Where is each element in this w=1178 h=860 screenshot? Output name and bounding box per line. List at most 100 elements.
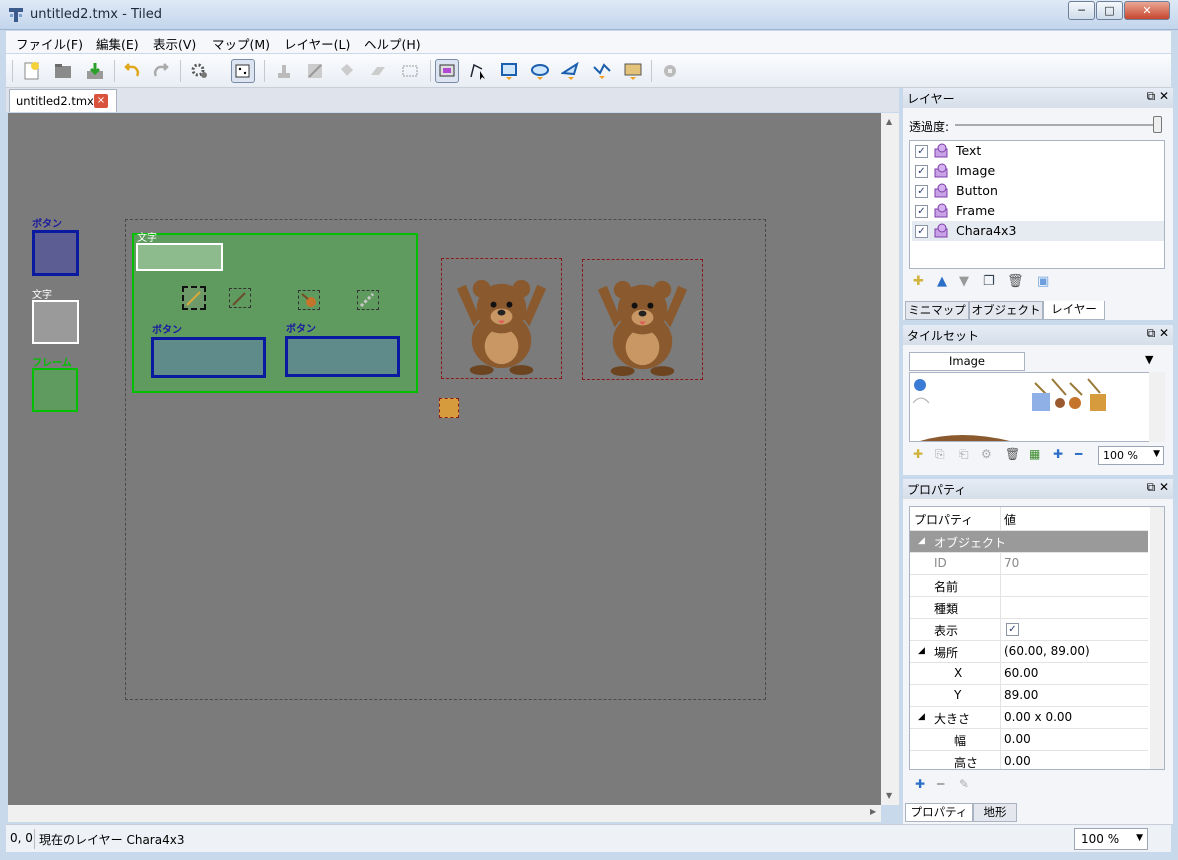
bucket-icon[interactable] — [334, 59, 358, 83]
dock-float-close-icon[interactable]: ⧉ ✕ — [1147, 89, 1169, 104]
tab-properties[interactable]: プロパティ — [905, 803, 973, 822]
button-object[interactable] — [32, 230, 79, 276]
property-value[interactable]: 0.00 — [1004, 754, 1031, 768]
document-tab[interactable]: untitled2.tmx × — [9, 89, 117, 112]
toggle-other-layers-icon[interactable]: ▣ — [1037, 274, 1049, 289]
layer-row-frame[interactable]: ✓ Frame — [912, 201, 1164, 221]
delete-tileset-icon[interactable]: 🗑 — [1005, 447, 1020, 461]
property-row-width[interactable]: 幅 0.00 — [910, 729, 1148, 751]
section-object[interactable]: ◢ オブジェクト — [910, 531, 1148, 553]
edit-terrain-icon[interactable]: ▦ — [1029, 447, 1040, 461]
tileset-tab-image[interactable]: Image — [909, 352, 1025, 371]
canvas-horizontal-scrollbar[interactable]: ▶ — [8, 805, 881, 822]
button-object-2[interactable] — [151, 337, 266, 378]
visibility-checkbox[interactable]: ✓ — [915, 225, 928, 238]
property-row-type[interactable]: 種類 — [910, 597, 1148, 619]
new-icon[interactable] — [20, 59, 44, 83]
rectangle-icon[interactable] — [497, 59, 521, 83]
opacity-slider[interactable] — [955, 124, 1159, 126]
magic-wand-icon[interactable] — [658, 59, 682, 83]
property-value[interactable]: 60.00 — [1004, 666, 1038, 680]
lute-icon[interactable] — [298, 290, 320, 310]
terrain-icon[interactable] — [303, 59, 327, 83]
raise-layer-icon[interactable]: ▲ — [937, 274, 947, 289]
tileset-scrollbar[interactable] — [1149, 372, 1165, 442]
remove-property-icon[interactable]: ━ — [937, 777, 944, 791]
menu-edit[interactable]: 編集(E) — [96, 34, 139, 53]
tab-layers[interactable]: レイヤー — [1043, 301, 1105, 320]
visibility-checkbox[interactable]: ✓ — [915, 205, 928, 218]
polygon-icon[interactable] — [559, 59, 583, 83]
property-row-size[interactable]: ◢ 大きさ 0.00 x 0.00 — [910, 707, 1148, 729]
canvas-vertical-scrollbar[interactable]: ▲ ▼ — [881, 113, 899, 805]
property-row-x[interactable]: X 60.00 — [910, 663, 1148, 685]
properties-tileset-icon[interactable]: ⚙ — [981, 447, 992, 461]
tileset-menu-arrow-icon[interactable]: ▼ — [1145, 353, 1153, 366]
zoom-in-icon[interactable]: ✚ — [1053, 447, 1063, 461]
dock-float-close-icon[interactable]: ⧉ ✕ — [1147, 326, 1169, 341]
eraser-icon[interactable] — [366, 59, 390, 83]
visibility-checkbox[interactable]: ✓ — [915, 165, 928, 178]
edit-polygons-icon[interactable] — [466, 59, 490, 83]
text-field-object[interactable] — [136, 243, 223, 271]
stamp-icon[interactable] — [272, 59, 296, 83]
select-objects-icon[interactable] — [435, 59, 459, 83]
rename-property-icon[interactable]: ✎ — [959, 777, 969, 791]
close-button[interactable]: ✕ — [1124, 1, 1170, 20]
property-value[interactable]: 0.00 — [1004, 732, 1031, 746]
book-icon[interactable] — [439, 398, 459, 418]
layer-row-image[interactable]: ✓ Image — [912, 161, 1164, 181]
tab-objects[interactable]: オブジェクト — [969, 301, 1043, 320]
add-layer-icon[interactable]: ✚ — [913, 274, 924, 289]
opacity-slider-handle[interactable] — [1153, 116, 1162, 133]
open-icon[interactable] — [51, 59, 75, 83]
map-canvas[interactable]: ボタン 文字 フレーム 文字 ボタン ボタン — [8, 113, 881, 805]
text-object[interactable] — [32, 300, 79, 344]
visibility-checkbox[interactable]: ✓ — [915, 185, 928, 198]
bear-character[interactable] — [441, 258, 562, 379]
menu-layer[interactable]: レイヤー(L) — [284, 34, 350, 53]
zoom-select[interactable]: 100 % ▼ — [1074, 828, 1148, 850]
property-value[interactable]: 89.00 — [1004, 688, 1038, 702]
delete-layer-icon[interactable]: 🗑 — [1007, 274, 1024, 289]
tab-terrain[interactable]: 地形 — [973, 803, 1017, 822]
property-row-height[interactable]: 高さ 0.00 — [910, 751, 1148, 769]
property-row-y[interactable]: Y 89.00 — [910, 685, 1148, 707]
ellipse-icon[interactable] — [528, 59, 552, 83]
new-tileset-icon[interactable]: ✚ — [913, 447, 923, 461]
visibility-checkbox[interactable]: ✓ — [915, 145, 928, 158]
layer-row-button[interactable]: ✓ Button — [912, 181, 1164, 201]
command-icon[interactable] — [188, 59, 212, 83]
rect-select-icon[interactable] — [398, 59, 422, 83]
polyline-icon[interactable] — [590, 59, 614, 83]
menu-help[interactable]: ヘルプ(H) — [364, 34, 421, 53]
frame-object[interactable] — [32, 368, 78, 412]
button-object-3[interactable] — [285, 336, 400, 377]
property-row-visible[interactable]: 表示 ✓ — [910, 619, 1148, 641]
import-tileset-icon[interactable]: ⎘ — [935, 447, 945, 462]
menu-file[interactable]: ファイル(F) — [16, 34, 83, 53]
maximize-button[interactable]: □ — [1096, 1, 1123, 20]
layer-row-text[interactable]: ✓ Text — [912, 141, 1164, 161]
minimize-button[interactable]: ─ — [1068, 1, 1095, 20]
undo-icon[interactable] — [120, 59, 144, 83]
property-row-position[interactable]: ◢ 場所 (60.00, 89.00) — [910, 641, 1148, 663]
add-property-icon[interactable]: ✚ — [915, 777, 925, 791]
properties-scrollbar[interactable] — [1150, 507, 1164, 769]
bear-character-2[interactable] — [582, 259, 703, 380]
tileset-view[interactable] — [909, 372, 1165, 442]
dock-float-close-icon[interactable]: ⧉ ✕ — [1147, 480, 1169, 495]
tab-minimap[interactable]: ミニマップ — [905, 301, 969, 320]
layer-row-chara4x3[interactable]: ✓ Chara4x3 — [912, 221, 1164, 241]
duplicate-layer-icon[interactable]: ❐ — [983, 274, 995, 289]
sword-icon[interactable] — [182, 286, 206, 310]
close-tab-icon[interactable]: × — [94, 94, 108, 108]
property-row-name[interactable]: 名前 — [910, 575, 1148, 597]
property-row-id[interactable]: ID 70 — [910, 553, 1148, 575]
zoom-out-icon[interactable]: ━ — [1075, 447, 1082, 461]
redo-icon[interactable] — [149, 59, 173, 83]
menu-map[interactable]: マップ(M) — [212, 34, 270, 53]
save-icon[interactable] — [83, 59, 107, 83]
random-icon[interactable] — [231, 59, 255, 83]
export-tileset-icon[interactable]: ⎗ — [959, 447, 969, 462]
